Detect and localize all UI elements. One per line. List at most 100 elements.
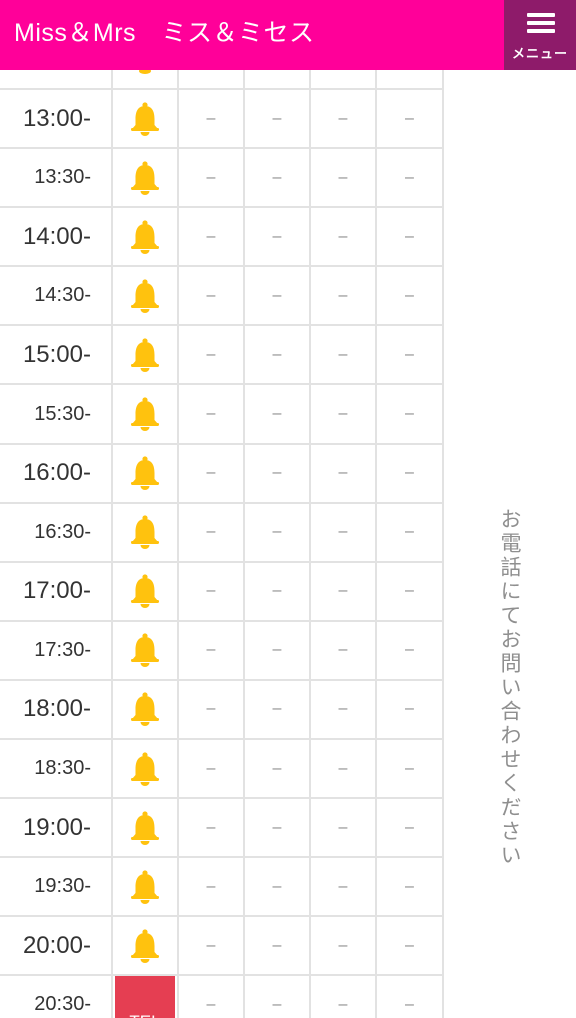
unavailable-dash: – <box>206 995 216 1013</box>
unavailable-cell: – <box>377 622 442 679</box>
unavailable-cell: – <box>377 90 442 147</box>
reserve-bell-button[interactable] <box>129 338 161 372</box>
unavailable-cell: – <box>245 621 311 679</box>
unavailable-cell: – <box>377 740 442 797</box>
table-row: 15:30- – – – – <box>0 385 442 445</box>
unavailable-dash: – <box>272 700 282 718</box>
unavailable-cell: – <box>311 562 377 620</box>
reserve-bell-button[interactable] <box>129 751 161 786</box>
table-row: 13:30- – – – – <box>0 149 442 209</box>
reserve-bell-button[interactable] <box>129 397 161 432</box>
unavailable-cell: – <box>377 799 442 856</box>
unavailable-cell: – <box>311 149 377 207</box>
unavailable-dash: – <box>405 700 414 718</box>
status-cell <box>113 680 179 739</box>
reserve-bell-button[interactable] <box>129 279 161 313</box>
menu-label: メニュー <box>511 46 568 61</box>
unavailable-cell: – <box>179 90 245 148</box>
bell-icon <box>131 101 159 136</box>
unavailable-dash: – <box>206 936 216 954</box>
bell-icon <box>131 515 159 550</box>
table-body: 13:00- – – – – 13:30- – – – – 14:00- – – – – 14:30- – – – –… <box>0 90 442 1018</box>
time-slot-label: 17:00- <box>0 562 113 620</box>
unavailable-cell: – <box>311 621 377 679</box>
unavailable-cell: – <box>377 208 442 265</box>
unavailable-dash: – <box>405 168 414 186</box>
contact-note: お電話にてお問い合わせください <box>444 70 576 1018</box>
menu-button[interactable]: メニュー <box>504 0 576 70</box>
unavailable-dash: – <box>405 286 414 304</box>
unavailable-cell: – <box>245 90 311 148</box>
unavailable-dash: – <box>206 877 216 895</box>
status-cell: TEL <box>113 976 179 1018</box>
unavailable-cell: – <box>179 740 245 798</box>
unavailable-cell: – <box>245 444 311 502</box>
unavailable-cell: – <box>377 445 442 502</box>
status-cell <box>113 740 179 798</box>
reserve-bell-button[interactable] <box>129 929 161 963</box>
bell-icon <box>131 456 159 491</box>
unavailable-dash: – <box>405 109 414 127</box>
reserve-bell-button[interactable] <box>129 456 161 491</box>
unavailable-dash: – <box>405 345 414 363</box>
table-row: 19:00- – – – – <box>0 799 442 859</box>
unavailable-dash: – <box>272 759 282 777</box>
site-title[interactable]: Miss＆Mrs ミス＆ミセス <box>14 0 315 66</box>
table-row: 13:00- – – – – <box>0 90 442 150</box>
unavailable-cell: – <box>179 680 245 739</box>
status-cell <box>113 208 179 266</box>
reserve-bell-button[interactable] <box>129 101 161 136</box>
unavailable-cell: – <box>179 267 245 325</box>
reserve-bell-button[interactable] <box>129 220 161 254</box>
unavailable-cell: – <box>377 858 442 915</box>
bell-icon <box>131 751 159 786</box>
unavailable-dash: – <box>338 464 348 482</box>
unavailable-cell: – <box>311 385 377 443</box>
time-slot-label: 14:30- <box>0 267 113 325</box>
unavailable-dash: – <box>338 109 348 127</box>
bell-icon <box>139 70 151 74</box>
unavailable-dash: – <box>338 345 348 363</box>
unavailable-cell: – <box>245 976 311 1018</box>
unavailable-dash: – <box>405 464 414 482</box>
reserve-bell-button[interactable] <box>129 161 161 195</box>
unavailable-cell: – <box>377 504 442 561</box>
time-slot-label: 18:00- <box>0 680 113 739</box>
unavailable-dash: – <box>272 818 282 836</box>
reserve-bell-button[interactable] <box>129 574 161 609</box>
reserve-bell-button[interactable] <box>129 692 161 727</box>
table-row: 18:00- – – – – <box>0 680 442 741</box>
unavailable-cell: – <box>311 90 377 148</box>
unavailable-cell: – <box>179 976 245 1018</box>
reserve-bell-button[interactable] <box>129 811 161 845</box>
time-slot-label: 16:30- <box>0 503 113 561</box>
unavailable-cell: – <box>179 562 245 620</box>
unavailable-cell: – <box>311 326 377 384</box>
reserve-bell-button[interactable] <box>129 870 161 904</box>
unavailable-dash: – <box>272 227 282 245</box>
status-cell <box>113 917 179 975</box>
bell-icon <box>131 338 159 372</box>
tel-button[interactable]: TEL <box>115 976 175 1018</box>
table-row: 14:30- – – – – <box>0 267 442 327</box>
table-row: 17:30- – – – – <box>0 621 442 681</box>
bell-icon <box>131 692 159 727</box>
unavailable-cell: – <box>377 385 442 442</box>
unavailable-cell: – <box>245 562 311 620</box>
status-cell <box>113 562 179 620</box>
unavailable-cell: – <box>245 799 311 857</box>
status-cell <box>113 326 179 384</box>
unavailable-dash: – <box>405 523 414 541</box>
unavailable-cell: – <box>179 621 245 679</box>
unavailable-dash: – <box>338 936 348 954</box>
time-slot-label: 19:30- <box>0 858 113 916</box>
unavailable-cell: – <box>179 208 245 266</box>
bell-icon <box>131 633 159 668</box>
unavailable-cell: – <box>245 385 311 443</box>
reserve-bell-button[interactable] <box>129 515 161 550</box>
unavailable-dash: – <box>272 995 282 1013</box>
unavailable-cell: – <box>179 799 245 857</box>
reserve-bell-button[interactable] <box>129 633 161 668</box>
unavailable-cell: – <box>311 680 377 739</box>
unavailable-dash: – <box>338 759 348 777</box>
